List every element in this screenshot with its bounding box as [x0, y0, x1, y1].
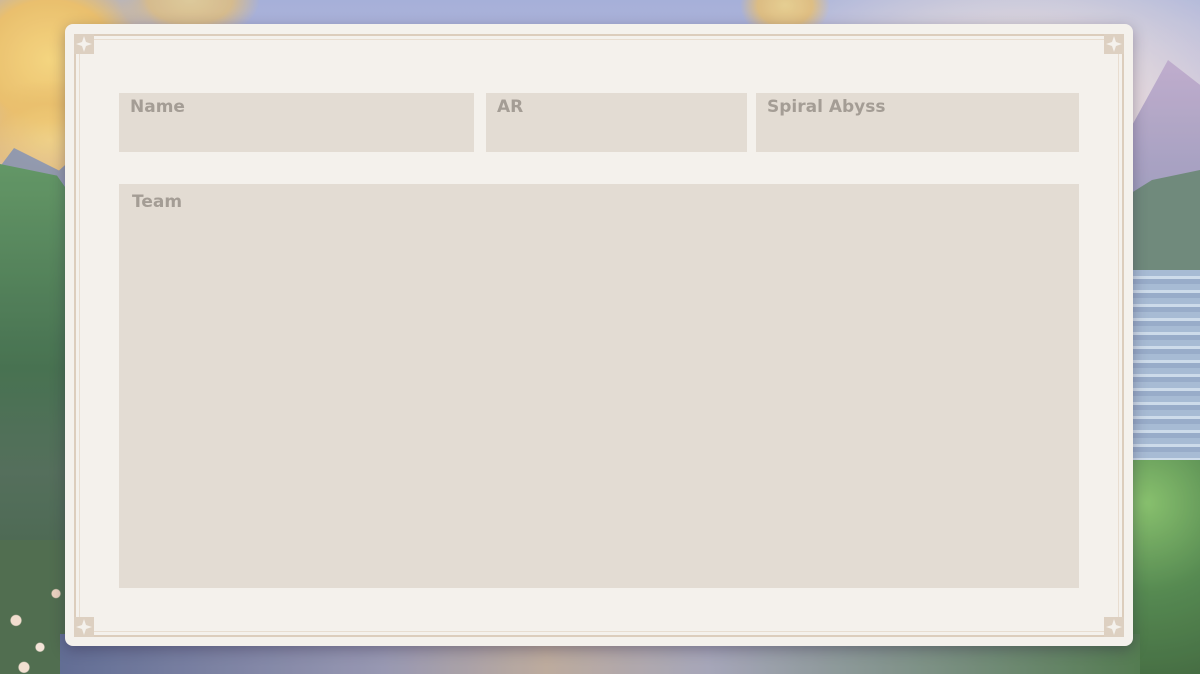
name-field[interactable]: Name — [119, 93, 474, 152]
corner-ornament-icon — [1103, 33, 1125, 55]
ar-label: AR — [497, 97, 524, 117]
team-label: Team — [132, 192, 183, 212]
profile-card: Name AR Spiral Abyss Team — [65, 24, 1133, 646]
team-field[interactable]: Team — [119, 184, 1079, 588]
name-label: Name — [130, 97, 185, 117]
ar-field[interactable]: AR — [486, 93, 747, 152]
spiral-abyss-field[interactable]: Spiral Abyss — [756, 93, 1079, 152]
corner-ornament-icon — [73, 33, 95, 55]
corner-ornament-icon — [73, 616, 95, 638]
corner-ornament-icon — [1103, 616, 1125, 638]
spiral-abyss-label: Spiral Abyss — [767, 97, 886, 117]
